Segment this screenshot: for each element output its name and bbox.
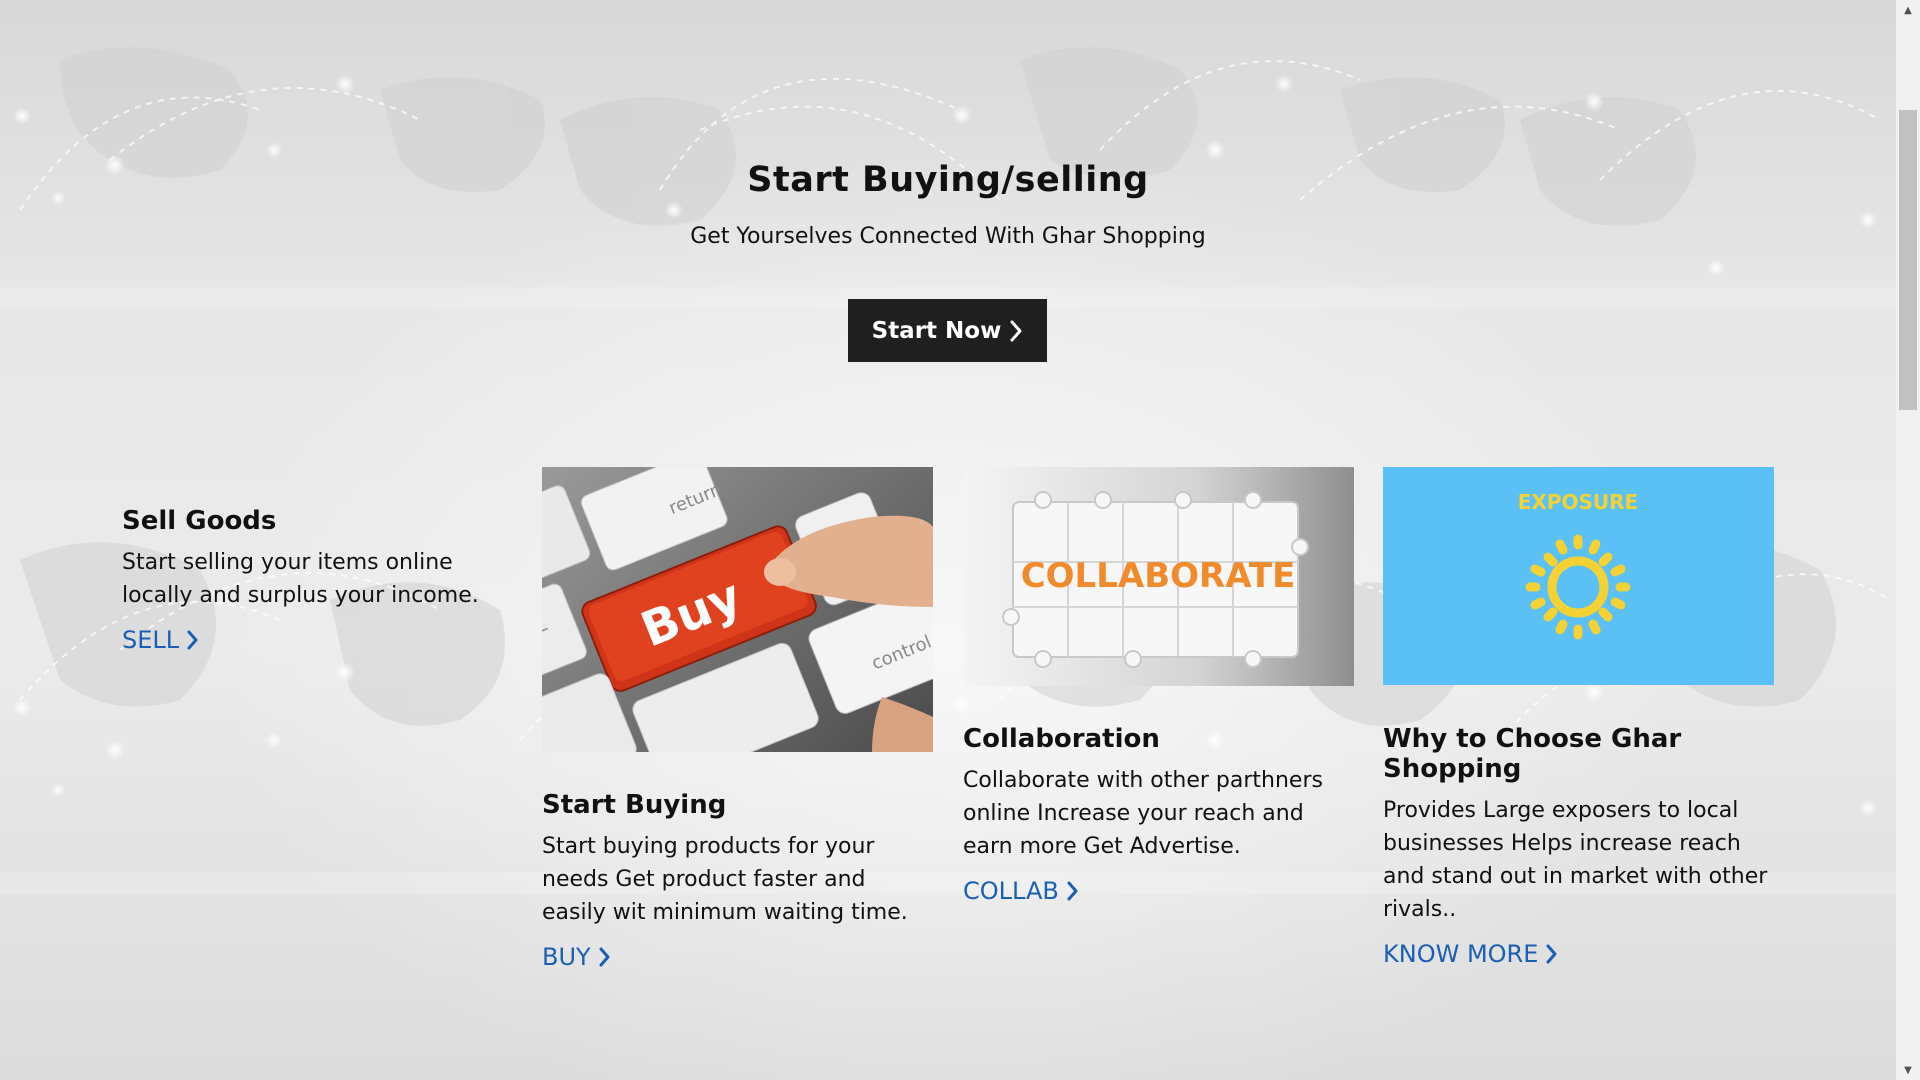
collaborate-puzzle-image: COLLABORATE — [963, 467, 1354, 686]
link-label: BUY — [542, 943, 591, 971]
chevron-right-icon — [1546, 944, 1557, 964]
link-label: COLLAB — [963, 877, 1059, 905]
buy-keyboard-image: return L Buy alt control — [542, 467, 933, 752]
card-description: Provides Large exposers to local busines… — [1383, 798, 1768, 922]
know-more-link[interactable]: KNOW MORE — [1383, 940, 1558, 968]
card-collaboration: Collaboration Collaborate with other par… — [963, 724, 1353, 905]
scroll-down-arrow-icon[interactable]: ▼ — [1896, 1060, 1920, 1080]
sun-icon — [1525, 534, 1631, 640]
sell-link[interactable]: SELL — [122, 626, 199, 654]
chevron-right-icon — [1010, 320, 1022, 341]
card-description: Start buying products for your needs Get… — [542, 834, 908, 925]
card-title: Start Buying — [542, 790, 727, 820]
hero-title: Start Buying/selling — [747, 160, 1149, 200]
hero-subtitle: Get Yourselves Connected With Ghar Shopp… — [690, 224, 1206, 249]
collaborate-text: COLLABORATE — [1021, 556, 1296, 596]
scroll-up-arrow-icon[interactable]: ▲ — [1896, 0, 1920, 20]
card-title: Why to Choose Ghar Shopping — [1383, 724, 1682, 784]
exposure-image: EXPOSURE — [1383, 467, 1774, 685]
link-label: KNOW MORE — [1383, 940, 1539, 968]
card-sell-goods: Sell Goods Start selling your items onli… — [122, 506, 512, 654]
card-title: Collaboration — [963, 724, 1160, 754]
card-description: Collaborate with other parthners online … — [963, 768, 1323, 859]
link-label: SELL — [122, 626, 180, 654]
start-now-label: Start Now — [871, 317, 1002, 344]
card-why-choose: Why to Choose Ghar Shopping Provides Lar… — [1383, 724, 1783, 968]
scrollbar-thumb[interactable] — [1899, 110, 1917, 410]
card-start-buying: Start Buying Start buying products for y… — [542, 790, 932, 971]
card-title: Sell Goods — [122, 506, 277, 536]
start-now-button[interactable]: Start Now — [848, 299, 1047, 362]
chevron-right-icon — [599, 947, 610, 967]
chevron-right-icon — [1067, 881, 1078, 901]
buy-link[interactable]: BUY — [542, 943, 611, 971]
collab-link[interactable]: COLLAB — [963, 877, 1079, 905]
card-description: Start selling your items online locally … — [122, 550, 479, 608]
exposure-text: EXPOSURE — [1518, 490, 1638, 514]
vertical-scrollbar[interactable]: ▲ ▼ — [1896, 0, 1920, 1080]
chevron-right-icon — [187, 630, 198, 650]
